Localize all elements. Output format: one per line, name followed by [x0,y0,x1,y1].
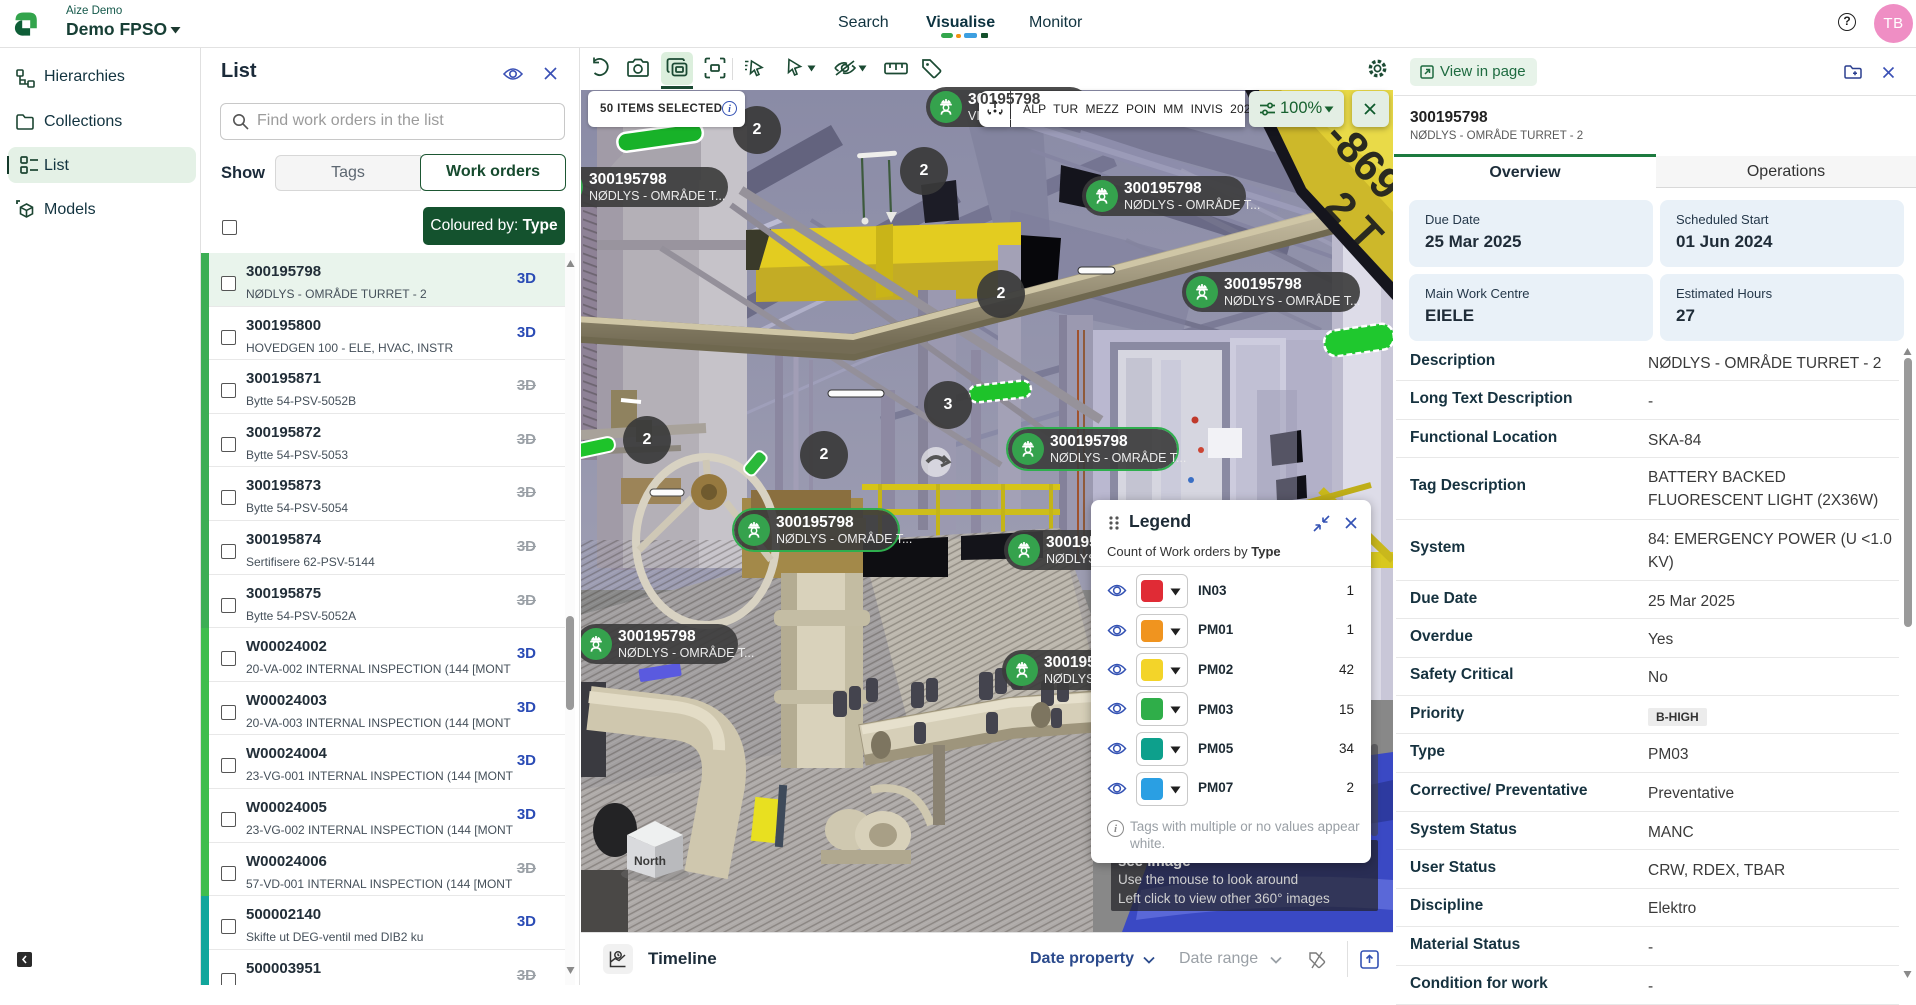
svg-text:Left click to view other 360°: Left click to view other 360° images [1118,891,1330,906]
svg-text:North: North [634,854,666,868]
svg-text:Use the mouse to look around: Use the mouse to look around [1118,872,1298,887]
